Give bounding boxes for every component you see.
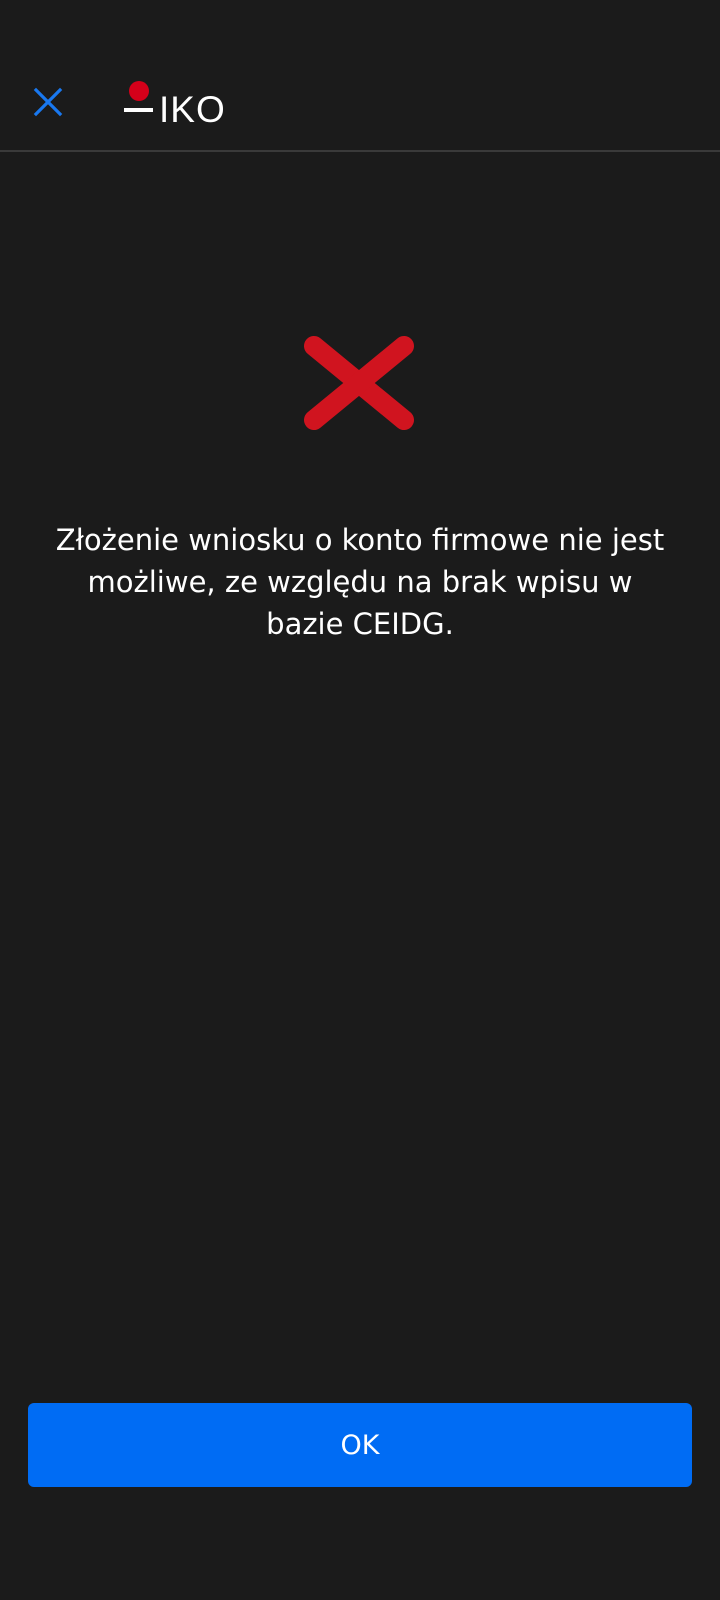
close-icon — [33, 87, 63, 117]
close-button[interactable] — [22, 76, 74, 128]
logo-bar — [124, 108, 153, 112]
logo-text: IKO — [159, 89, 226, 130]
error-message: Złożenie wniosku o konto firmowe nie jes… — [55, 523, 665, 641]
top-app-bar: IKO — [0, 0, 720, 152]
error-x-icon — [304, 336, 414, 430]
app-screen: IKO Złożenie wniosku o konto firmowe nie… — [0, 0, 720, 1600]
logo-dot — [129, 81, 149, 101]
ok-button[interactable]: OK — [28, 1403, 692, 1487]
iko-logo: IKO — [124, 78, 234, 130]
